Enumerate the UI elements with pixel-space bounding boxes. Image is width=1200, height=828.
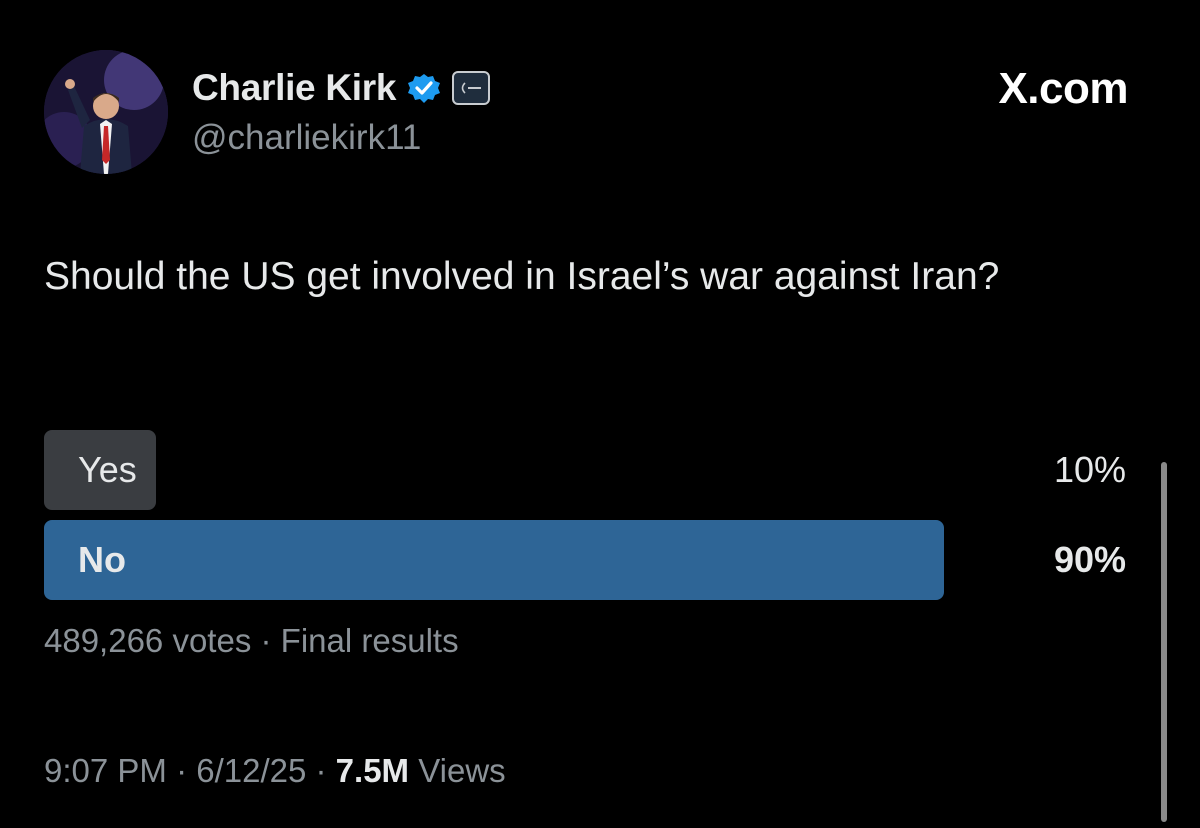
verified-badge-icon[interactable] bbox=[406, 70, 442, 106]
poll-option-label: Yes bbox=[78, 449, 137, 490]
author-handle[interactable]: @charliekirk11 bbox=[192, 118, 421, 158]
poll-meta: 489,266 votes · Final results bbox=[44, 622, 459, 660]
poll-option-no: No 90% bbox=[44, 520, 1126, 600]
poll-option-percent: 90% bbox=[1053, 539, 1126, 580]
poll-option-yes: Yes 10% bbox=[44, 430, 1126, 510]
tweet-card: Charlie Kirk @charliekirk11 X.com Should… bbox=[0, 0, 1200, 828]
tweet-time[interactable]: 9:07 PM bbox=[44, 752, 167, 789]
separator-dot: · bbox=[306, 752, 336, 789]
organization-affiliate-badge-icon[interactable] bbox=[452, 71, 491, 105]
avatar-photo bbox=[44, 50, 168, 174]
poll-bar-no bbox=[44, 520, 944, 600]
site-label: X.com bbox=[998, 64, 1128, 113]
poll-status: Final results bbox=[280, 622, 459, 659]
views-count[interactable]: 7.5M bbox=[336, 752, 409, 789]
poll-option-percent: 10% bbox=[1053, 449, 1126, 490]
poll-option-label: No bbox=[78, 539, 126, 580]
separator-dot: · bbox=[251, 622, 281, 659]
scrollbar[interactable] bbox=[1161, 462, 1167, 822]
author-avatar[interactable] bbox=[44, 50, 168, 174]
separator-dot: · bbox=[166, 752, 197, 789]
tweet-date[interactable]: 6/12/25 bbox=[196, 752, 306, 789]
tweet-footer: 9:07 PM · 6/12/25 · 7.5M Views bbox=[44, 752, 506, 790]
views-label[interactable]: Views bbox=[418, 752, 505, 789]
tweet-text: Should the US get involved in Israel’s w… bbox=[44, 255, 1000, 298]
author-name-row: Charlie Kirk bbox=[192, 66, 491, 110]
author-name[interactable]: Charlie Kirk bbox=[192, 67, 396, 109]
poll: Yes 10% No 90% bbox=[44, 430, 1126, 610]
poll-vote-count: 489,266 votes bbox=[44, 622, 252, 659]
